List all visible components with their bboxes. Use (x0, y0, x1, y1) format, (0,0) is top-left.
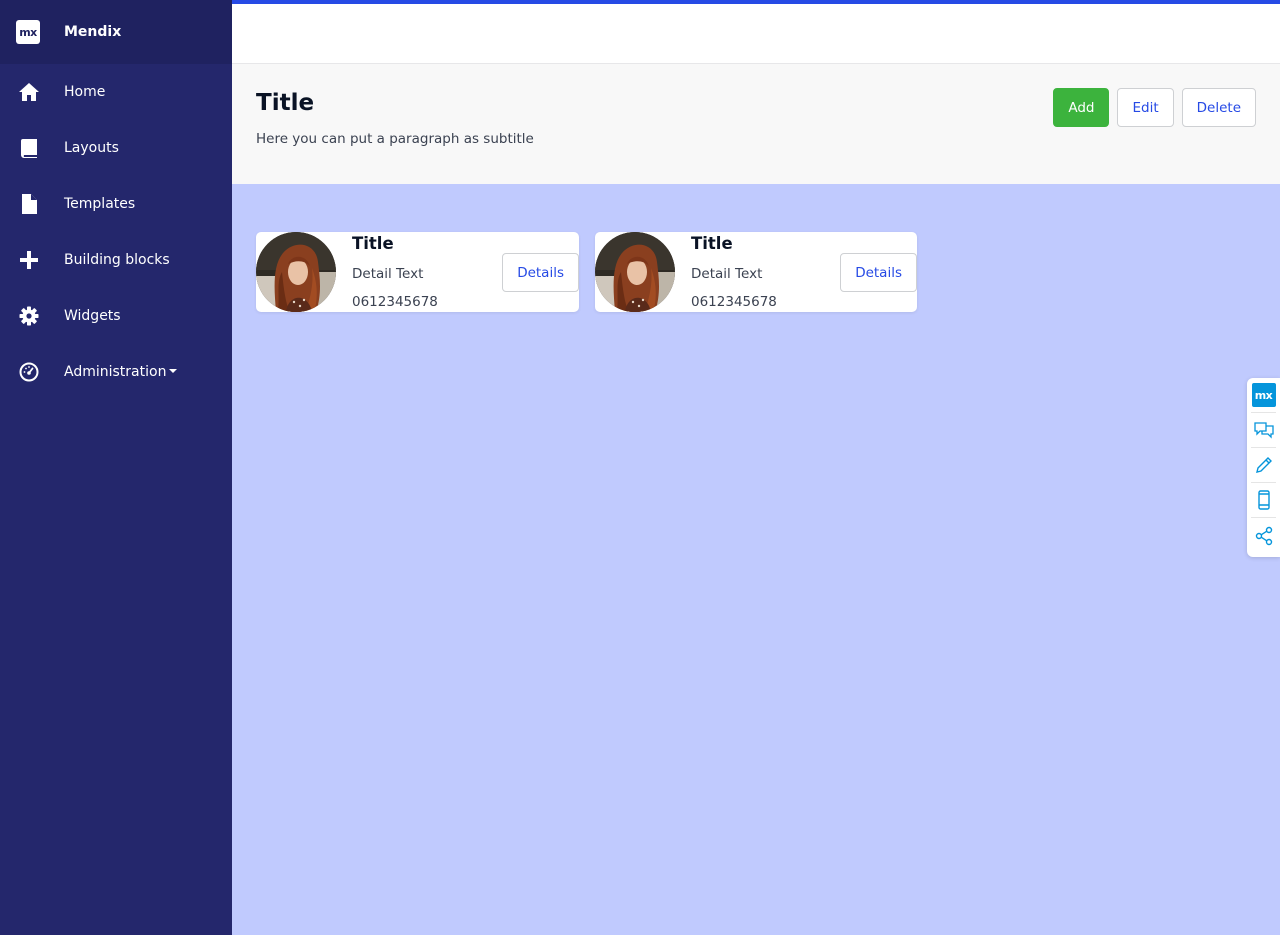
sidebar-item-label: Home (64, 84, 106, 100)
sidebar-item-label: Layouts (64, 140, 119, 156)
mx-logo-icon[interactable]: mx (1251, 378, 1276, 413)
sidebar-item-widgets[interactable]: Widgets (0, 288, 232, 344)
delete-button[interactable]: Delete (1181, 88, 1256, 127)
card-phone: 0612345678 (352, 294, 438, 310)
floating-toolbar: mx (1247, 378, 1280, 557)
card-detail-text: Detail Text (352, 266, 424, 282)
gear-icon (18, 305, 40, 327)
page-header: Title Here you can put a paragraph as su… (232, 64, 1280, 184)
add-button[interactable]: Add (1053, 88, 1110, 127)
caret-down-icon (169, 369, 178, 373)
sidebar-item-label: Building blocks (64, 252, 170, 268)
sidebar-item-label: Templates (64, 196, 136, 212)
sidebar-item-label: Widgets (64, 308, 121, 324)
details-button[interactable]: Details (502, 253, 579, 292)
top-bar (232, 0, 1280, 64)
plus-icon (18, 249, 40, 271)
details-button[interactable]: Details (840, 253, 917, 292)
avatar (595, 232, 675, 312)
avatar (256, 232, 336, 312)
sidebar-item-templates[interactable]: Templates (0, 176, 232, 232)
sidebar-item-building-blocks[interactable]: Building blocks (0, 232, 232, 288)
sidebar-item-home[interactable]: Home (0, 64, 232, 120)
mendix-logo: mx (16, 20, 40, 44)
sidebar-item-label: Administration (64, 364, 178, 380)
header-actions: Add Edit Delete (1053, 88, 1256, 127)
card-title: Title (352, 234, 394, 253)
card-title: Title (691, 234, 733, 253)
home-icon (18, 81, 40, 103)
page-title: Title (256, 90, 315, 116)
dashboard-icon (18, 361, 40, 383)
brand-name: Mendix (64, 24, 122, 40)
file-icon (18, 193, 40, 215)
list-item: Title Detail Text 0612345678 Details (256, 232, 579, 312)
book-icon (18, 137, 40, 159)
main-content: Title Detail Text 0612345678 Details Tit… (232, 184, 1280, 935)
card-detail-text: Detail Text (691, 266, 763, 282)
brand[interactable]: mx Mendix (0, 0, 232, 64)
page-subtitle: Here you can put a paragraph as subtitle (256, 131, 534, 147)
edit-button[interactable]: Edit (1117, 88, 1174, 127)
card-phone: 0612345678 (691, 294, 777, 310)
pencil-icon[interactable] (1251, 448, 1276, 483)
mobile-icon[interactable] (1251, 483, 1276, 518)
chat-icon[interactable] (1251, 413, 1276, 448)
share-icon[interactable] (1251, 518, 1276, 553)
sidebar-item-layouts[interactable]: Layouts (0, 120, 232, 176)
sidebar-item-administration[interactable]: Administration (0, 344, 232, 400)
list-item: Title Detail Text 0612345678 Details (595, 232, 917, 312)
sidebar: mx Mendix Home Layouts Templates Buildin… (0, 0, 232, 935)
